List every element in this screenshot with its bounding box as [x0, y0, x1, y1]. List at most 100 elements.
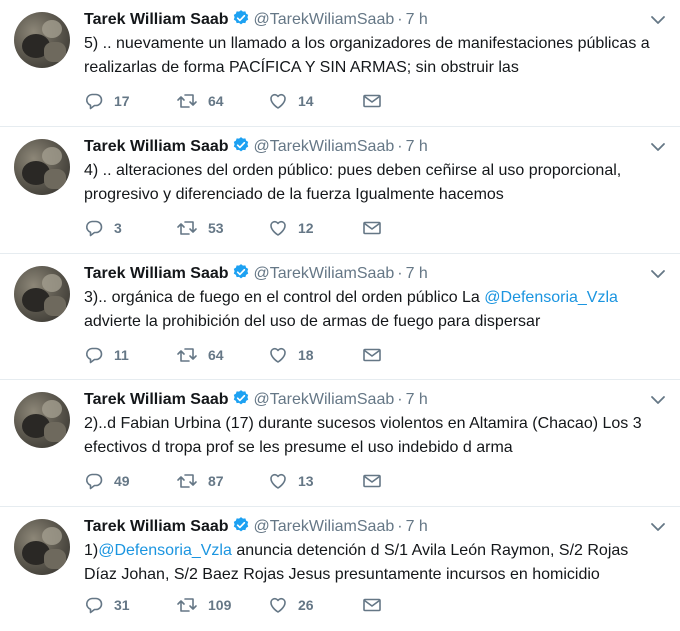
author-handle[interactable]: @TarekWiliamSaab [254, 518, 395, 535]
author-name[interactable]: Tarek William Saab [84, 518, 229, 535]
reply-count: 17 [114, 93, 130, 109]
heart-icon [268, 218, 288, 238]
reply-icon [84, 218, 104, 238]
like-count: 26 [298, 597, 314, 613]
direct-message-icon [362, 471, 382, 491]
heart-icon [268, 91, 288, 111]
chevron-down-icon[interactable] [650, 392, 666, 408]
tweet[interactable]: Tarek William Saab @TarekWiliamSaab · 7 h 1… [0, 507, 680, 631]
avatar[interactable] [14, 139, 70, 195]
retweet-icon [176, 91, 198, 111]
tweet-header: Tarek William Saab @TarekWiliamSaab · 7 h [84, 389, 428, 414]
author-name[interactable]: Tarek William Saab [84, 11, 229, 28]
chevron-down-icon[interactable] [650, 12, 666, 28]
retweet-count: 53 [208, 220, 224, 236]
direct-message-button[interactable] [362, 471, 382, 491]
tweet-text-part: 5) .. nuevamente un llamado a los organi… [84, 35, 650, 76]
reply-count: 49 [114, 473, 130, 489]
direct-message-button[interactable] [362, 345, 382, 365]
separator-dot: · [397, 11, 403, 28]
reply-button[interactable]: 11 [84, 345, 129, 365]
author-handle[interactable]: @TarekWiliamSaab [254, 11, 395, 28]
retweet-button[interactable]: 87 [176, 471, 224, 491]
tweet-text: 2)..d Fabian Urbina (17) durante sucesos… [84, 412, 664, 460]
author-handle[interactable]: @TarekWiliamSaab [254, 391, 395, 408]
retweet-count: 109 [208, 597, 232, 613]
tweet-timeline: Tarek William Saab @TarekWiliamSaab · 7 h 5… [0, 0, 680, 631]
author-handle[interactable]: @TarekWiliamSaab [254, 265, 395, 282]
retweet-button[interactable]: 64 [176, 91, 224, 111]
mention-link[interactable]: @Defensoria_Vzla [98, 542, 232, 559]
chevron-down-icon[interactable] [650, 139, 666, 155]
direct-message-icon [362, 91, 382, 111]
like-button[interactable]: 26 [268, 595, 314, 615]
tweet-timestamp[interactable]: 7 h [406, 265, 428, 282]
heart-icon [268, 595, 288, 615]
reply-button[interactable]: 3 [84, 218, 122, 238]
like-count: 13 [298, 473, 314, 489]
direct-message-button[interactable] [362, 218, 382, 238]
verified-badge-icon [232, 136, 250, 161]
tweet-timestamp[interactable]: 7 h [406, 391, 428, 408]
separator-dot: · [397, 391, 403, 408]
like-button[interactable]: 12 [268, 218, 314, 238]
tweet-text-part: 2)..d Fabian Urbina (17) durante sucesos… [84, 415, 642, 456]
direct-message-button[interactable] [362, 91, 382, 111]
tweet-header: Tarek William Saab @TarekWiliamSaab · 7 h [84, 263, 428, 288]
separator-dot: · [397, 138, 403, 155]
tweet-header: Tarek William Saab @TarekWiliamSaab · 7 h [84, 136, 428, 161]
tweet-text: 3).. orgánica de fuego en el control del… [84, 286, 664, 334]
chevron-down-icon[interactable] [650, 266, 666, 282]
retweet-icon [176, 595, 198, 615]
tweet-text-part: 4) .. alteraciones del orden público: pu… [84, 162, 622, 203]
author-name[interactable]: Tarek William Saab [84, 265, 229, 282]
reply-icon [84, 471, 104, 491]
reply-button[interactable]: 31 [84, 595, 130, 615]
reply-icon [84, 345, 104, 365]
reply-count: 3 [114, 220, 122, 236]
author-handle[interactable]: @TarekWiliamSaab [254, 138, 395, 155]
reply-count: 31 [114, 597, 130, 613]
direct-message-icon [362, 218, 382, 238]
chevron-down-icon[interactable] [650, 519, 666, 535]
reply-icon [84, 595, 104, 615]
avatar[interactable] [14, 12, 70, 68]
tweet[interactable]: Tarek William Saab @TarekWiliamSaab · 7 h 2… [0, 380, 680, 507]
retweet-icon [176, 471, 198, 491]
tweet[interactable]: Tarek William Saab @TarekWiliamSaab · 7 h 5… [0, 0, 680, 127]
reply-icon [84, 91, 104, 111]
tweet-text-part: advierte la prohibición del uso de armas… [84, 313, 541, 330]
tweet[interactable]: Tarek William Saab @TarekWiliamSaab · 7 h 3… [0, 254, 680, 380]
separator-dot: · [397, 265, 403, 282]
direct-message-icon [362, 595, 382, 615]
tweet-timestamp[interactable]: 7 h [406, 518, 428, 535]
direct-message-icon [362, 345, 382, 365]
tweet-text-part: 1) [84, 542, 99, 559]
tweet-header: Tarek William Saab @TarekWiliamSaab · 7 h [84, 516, 428, 541]
author-name[interactable]: Tarek William Saab [84, 138, 229, 155]
like-button[interactable]: 13 [268, 471, 314, 491]
reply-button[interactable]: 49 [84, 471, 130, 491]
like-button[interactable]: 14 [268, 91, 314, 111]
tweet-text-part: 3).. orgánica de fuego en el control del… [84, 289, 485, 306]
retweet-button[interactable]: 53 [176, 218, 224, 238]
retweet-button[interactable]: 109 [176, 595, 231, 615]
tweet-header: Tarek William Saab @TarekWiliamSaab · 7 h [84, 9, 428, 34]
author-name[interactable]: Tarek William Saab [84, 391, 229, 408]
verified-badge-icon [232, 516, 250, 541]
avatar[interactable] [14, 266, 70, 322]
like-button[interactable]: 18 [268, 345, 314, 365]
reply-button[interactable]: 17 [84, 91, 130, 111]
tweet[interactable]: Tarek William Saab @TarekWiliamSaab · 7 h 4… [0, 127, 680, 254]
retweet-icon [176, 218, 198, 238]
heart-icon [268, 345, 288, 365]
avatar[interactable] [14, 392, 70, 448]
tweet-timestamp[interactable]: 7 h [406, 138, 428, 155]
reply-count: 11 [114, 347, 129, 363]
retweet-button[interactable]: 64 [176, 345, 224, 365]
tweet-timestamp[interactable]: 7 h [406, 11, 428, 28]
avatar[interactable] [14, 519, 70, 575]
verified-badge-icon [232, 263, 250, 288]
mention-link[interactable]: @Defensoria_Vzla [484, 289, 618, 306]
direct-message-button[interactable] [362, 595, 382, 615]
